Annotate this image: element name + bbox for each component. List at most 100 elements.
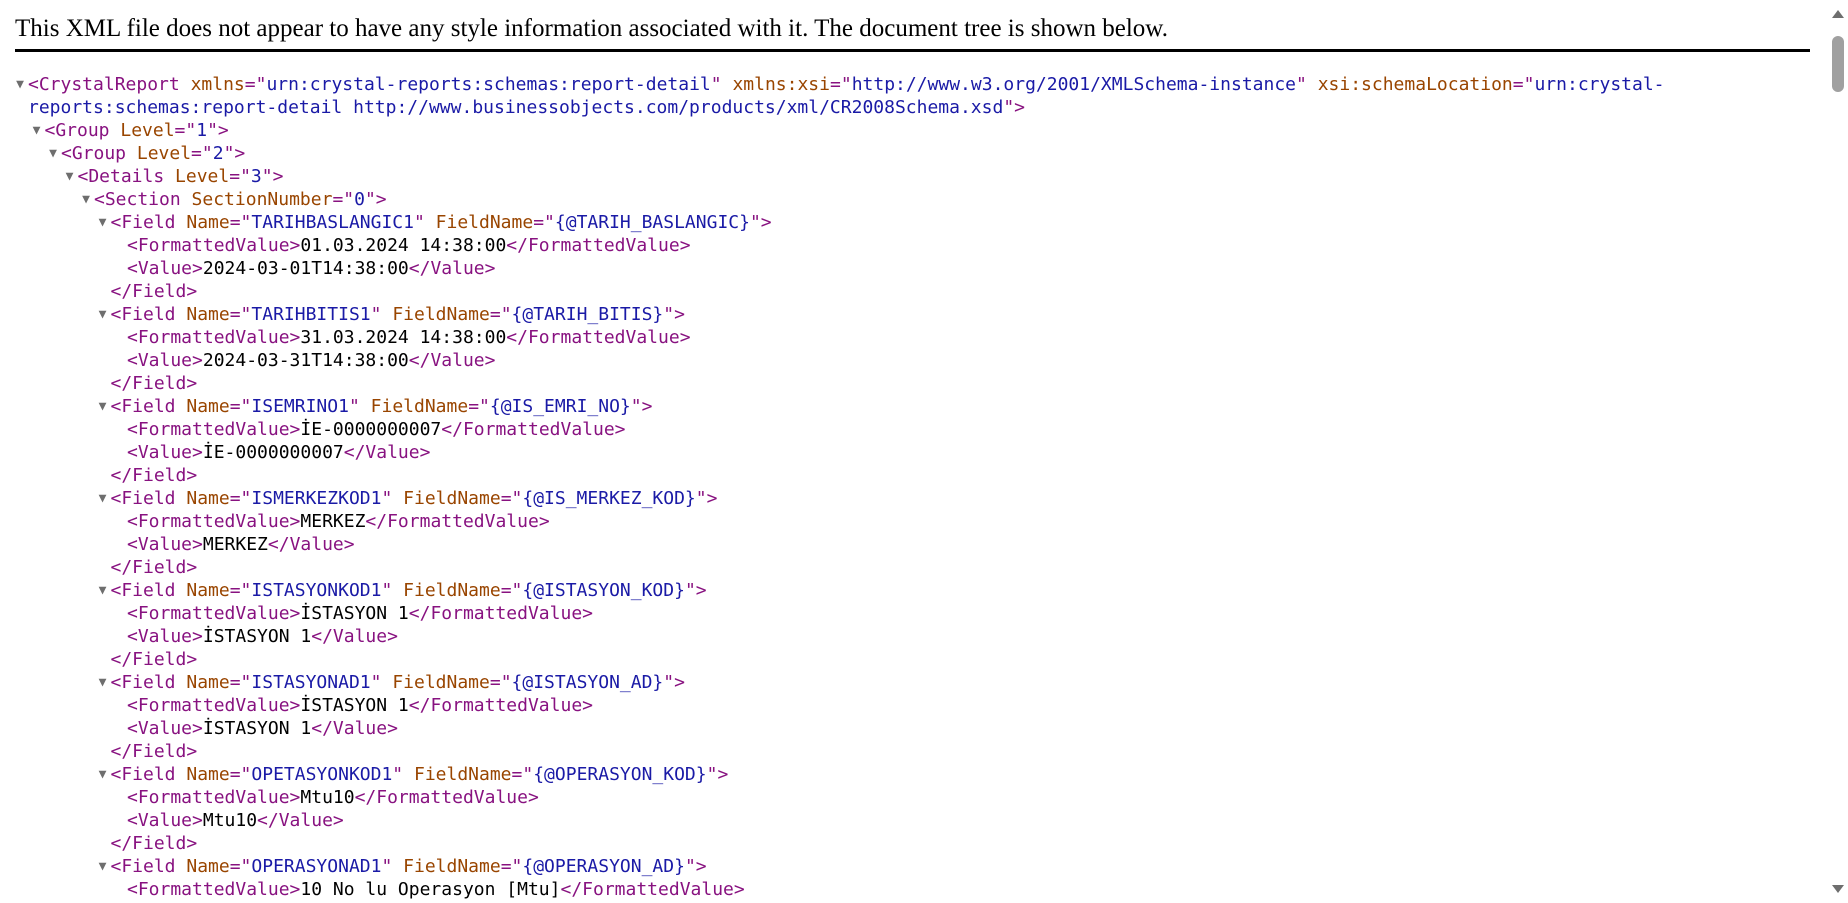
xml-text-content: 10 No lu Operasyon [Mtu] xyxy=(300,879,561,900)
xml-attribute-value: {@IS_EMRI_NO} xyxy=(489,396,631,417)
scrollbar-thumb[interactable] xyxy=(1832,36,1844,92)
xml-tag-markup: =" xyxy=(489,304,512,325)
xml-line-content: <Value>MERKEZ</Value> xyxy=(127,533,355,556)
xml-line-content: <FormattedValue>İE-0000000007</Formatted… xyxy=(127,418,626,441)
xml-line-content: <FormattedValue>İSTASYON 1</FormattedVal… xyxy=(127,694,593,717)
xml-tag-markup: " xyxy=(413,212,436,233)
xml-tag-markup: <Field xyxy=(110,580,187,601)
vertical-scrollbar[interactable] xyxy=(1828,0,1848,903)
xml-line-content: <Group Level="1"> xyxy=(45,119,229,142)
xml-attribute-name: Name xyxy=(186,304,230,325)
xml-attribute-value: OPERASYONAD1 xyxy=(251,856,382,877)
xml-tag-markup: " xyxy=(348,396,371,417)
xml-tag-markup: <FormattedValue> xyxy=(127,603,301,624)
collapse-triangle-icon[interactable]: ▼ xyxy=(79,188,93,211)
xml-attribute-value: {@TARIH_BITIS} xyxy=(511,304,664,325)
collapse-triangle-icon[interactable]: ▼ xyxy=(96,211,110,234)
xml-tree-line: <FormattedValue>31.03.2024 14:38:00</For… xyxy=(14,326,1809,349)
xml-tree-line: reports:schemas:report-detail http://www… xyxy=(14,96,1809,119)
xml-attribute-name: FieldName xyxy=(403,488,501,509)
xml-tree-line: <FormattedValue>01.03.2024 14:38:00</For… xyxy=(14,234,1809,257)
scroll-down-arrow-icon[interactable] xyxy=(1832,885,1844,893)
xml-attribute-name: FieldName xyxy=(403,580,501,601)
xml-tree-line: </Field> xyxy=(14,740,1809,763)
xml-line-content: <Field Name="ISEMRINO1" FieldName="{@IS_… xyxy=(111,395,653,418)
collapse-triangle-icon[interactable]: ▼ xyxy=(46,142,60,165)
collapse-triangle-icon[interactable]: ▼ xyxy=(30,119,44,142)
xml-line-content: <Value>İE-0000000007</Value> xyxy=(127,441,430,464)
xml-tag-markup: </Field> xyxy=(110,373,198,394)
xml-tree-line: <FormattedValue>Mtu10</FormattedValue> xyxy=(14,786,1809,809)
xml-tag-markup: <Field xyxy=(110,764,187,785)
xml-tag-markup: =" xyxy=(229,672,252,693)
collapse-triangle-icon[interactable]: ▼ xyxy=(96,487,110,510)
xml-tag-markup: "> xyxy=(223,143,246,164)
xml-attribute-name: Name xyxy=(186,856,230,877)
xml-tag-markup: <FormattedValue> xyxy=(127,787,301,808)
xml-tag-markup: =" xyxy=(244,74,267,95)
xml-tag-markup: "> xyxy=(207,120,229,141)
xml-tag-markup: <Field xyxy=(110,856,187,877)
xml-tag-markup: <FormattedValue> xyxy=(127,327,301,348)
xml-text-content: MERKEZ xyxy=(300,511,366,532)
collapse-triangle-icon[interactable]: ▼ xyxy=(96,395,110,418)
xml-tree-line: ▼ <Field Name="TARIHBITIS1" FieldName="{@… xyxy=(14,303,1809,326)
xml-tag-markup: =" xyxy=(332,189,355,210)
xml-tag-markup: </FormattedValue> xyxy=(506,235,691,256)
xml-line-content: <FormattedValue>01.03.2024 14:38:00</For… xyxy=(127,234,691,257)
collapse-triangle-icon[interactable]: ▼ xyxy=(96,671,110,694)
xml-attribute-name: Name xyxy=(186,672,230,693)
xml-tag-markup: =" xyxy=(229,166,251,187)
xml-tag-markup: " xyxy=(370,304,393,325)
xml-tag-markup: <Value> xyxy=(127,350,203,371)
xml-tag-markup: </Value> xyxy=(311,718,398,739)
xml-tree-line: ▼ <Field Name="ISTASYONAD1" FieldName="{@… xyxy=(14,671,1809,694)
xml-tag-markup: </Value> xyxy=(267,534,355,555)
xml-tag-markup: =" xyxy=(489,672,512,693)
xml-tree-line: <FormattedValue>İSTASYON 1</FormattedVal… xyxy=(14,694,1809,717)
xml-tag-markup: </FormattedValue> xyxy=(408,603,593,624)
collapse-triangle-icon[interactable]: ▼ xyxy=(96,579,110,602)
collapse-triangle-icon[interactable]: ▼ xyxy=(96,855,110,878)
xml-tag-markup: <FormattedValue> xyxy=(127,235,301,256)
xml-tag-markup: <Value> xyxy=(127,626,203,647)
collapse-triangle-icon[interactable]: ▼ xyxy=(96,763,110,786)
xml-attribute-value: ISTASYONAD1 xyxy=(251,672,371,693)
xml-attribute-value: TARIHBITIS1 xyxy=(251,304,371,325)
xml-line-content: <Value>Mtu10</Value> xyxy=(127,809,344,832)
xml-attribute-value: http://www.w3.org/2001/XMLSchema-instanc… xyxy=(851,74,1297,95)
xml-tag-markup: "> xyxy=(1003,97,1026,118)
xml-line-content: </Field> xyxy=(111,464,198,487)
xml-tag-markup: <Value> xyxy=(127,534,203,555)
xml-attribute-name: Level xyxy=(136,143,192,164)
xml-tag-markup: "> xyxy=(684,580,707,601)
xml-line-content: </Field> xyxy=(111,372,198,395)
xml-tag-markup: =" xyxy=(229,856,252,877)
collapse-triangle-icon[interactable]: ▼ xyxy=(13,73,27,96)
xml-tag-markup: "> xyxy=(663,304,685,325)
xml-attribute-value: reports:schemas:report-detail http://www… xyxy=(28,97,1004,118)
xml-tree-line: ▼ <Section SectionNumber="0"> xyxy=(14,188,1809,211)
xml-tree-line: </Field> xyxy=(14,464,1809,487)
scroll-up-arrow-icon[interactable] xyxy=(1832,10,1844,18)
xml-text-content: Mtu10 xyxy=(300,787,355,808)
xml-line-content: <Details Level="3"> xyxy=(78,165,284,188)
xml-attribute-value: 0 xyxy=(354,189,365,210)
xml-attribute-name: xsi:schemaLocation xyxy=(1317,74,1513,95)
xml-tag-markup: =" xyxy=(468,396,490,417)
collapse-triangle-icon[interactable]: ▼ xyxy=(63,165,77,188)
xml-tag-markup: " xyxy=(1296,74,1318,95)
xml-tree-line: <Value>İE-0000000007</Value> xyxy=(14,441,1809,464)
xml-attribute-value: 3 xyxy=(250,166,262,187)
xml-line-content: <Section SectionNumber="0"> xyxy=(94,188,387,211)
xml-attribute-name: FieldName xyxy=(403,856,501,877)
xml-line-content: </Field> xyxy=(111,648,198,671)
collapse-triangle-icon[interactable]: ▼ xyxy=(96,303,110,326)
xml-attribute-value: {@OPERASYON_AD} xyxy=(522,856,685,877)
xml-tag-markup: <Value> xyxy=(127,258,203,279)
xml-tag-markup: =" xyxy=(500,488,523,509)
xml-line-content: <CrystalReport xmlns="urn:crystal-report… xyxy=(28,73,1665,96)
xml-tree-line: ▼ <Group Level="2"> xyxy=(14,142,1809,165)
xml-tag-markup: " xyxy=(710,74,733,95)
header-divider xyxy=(15,49,1810,52)
